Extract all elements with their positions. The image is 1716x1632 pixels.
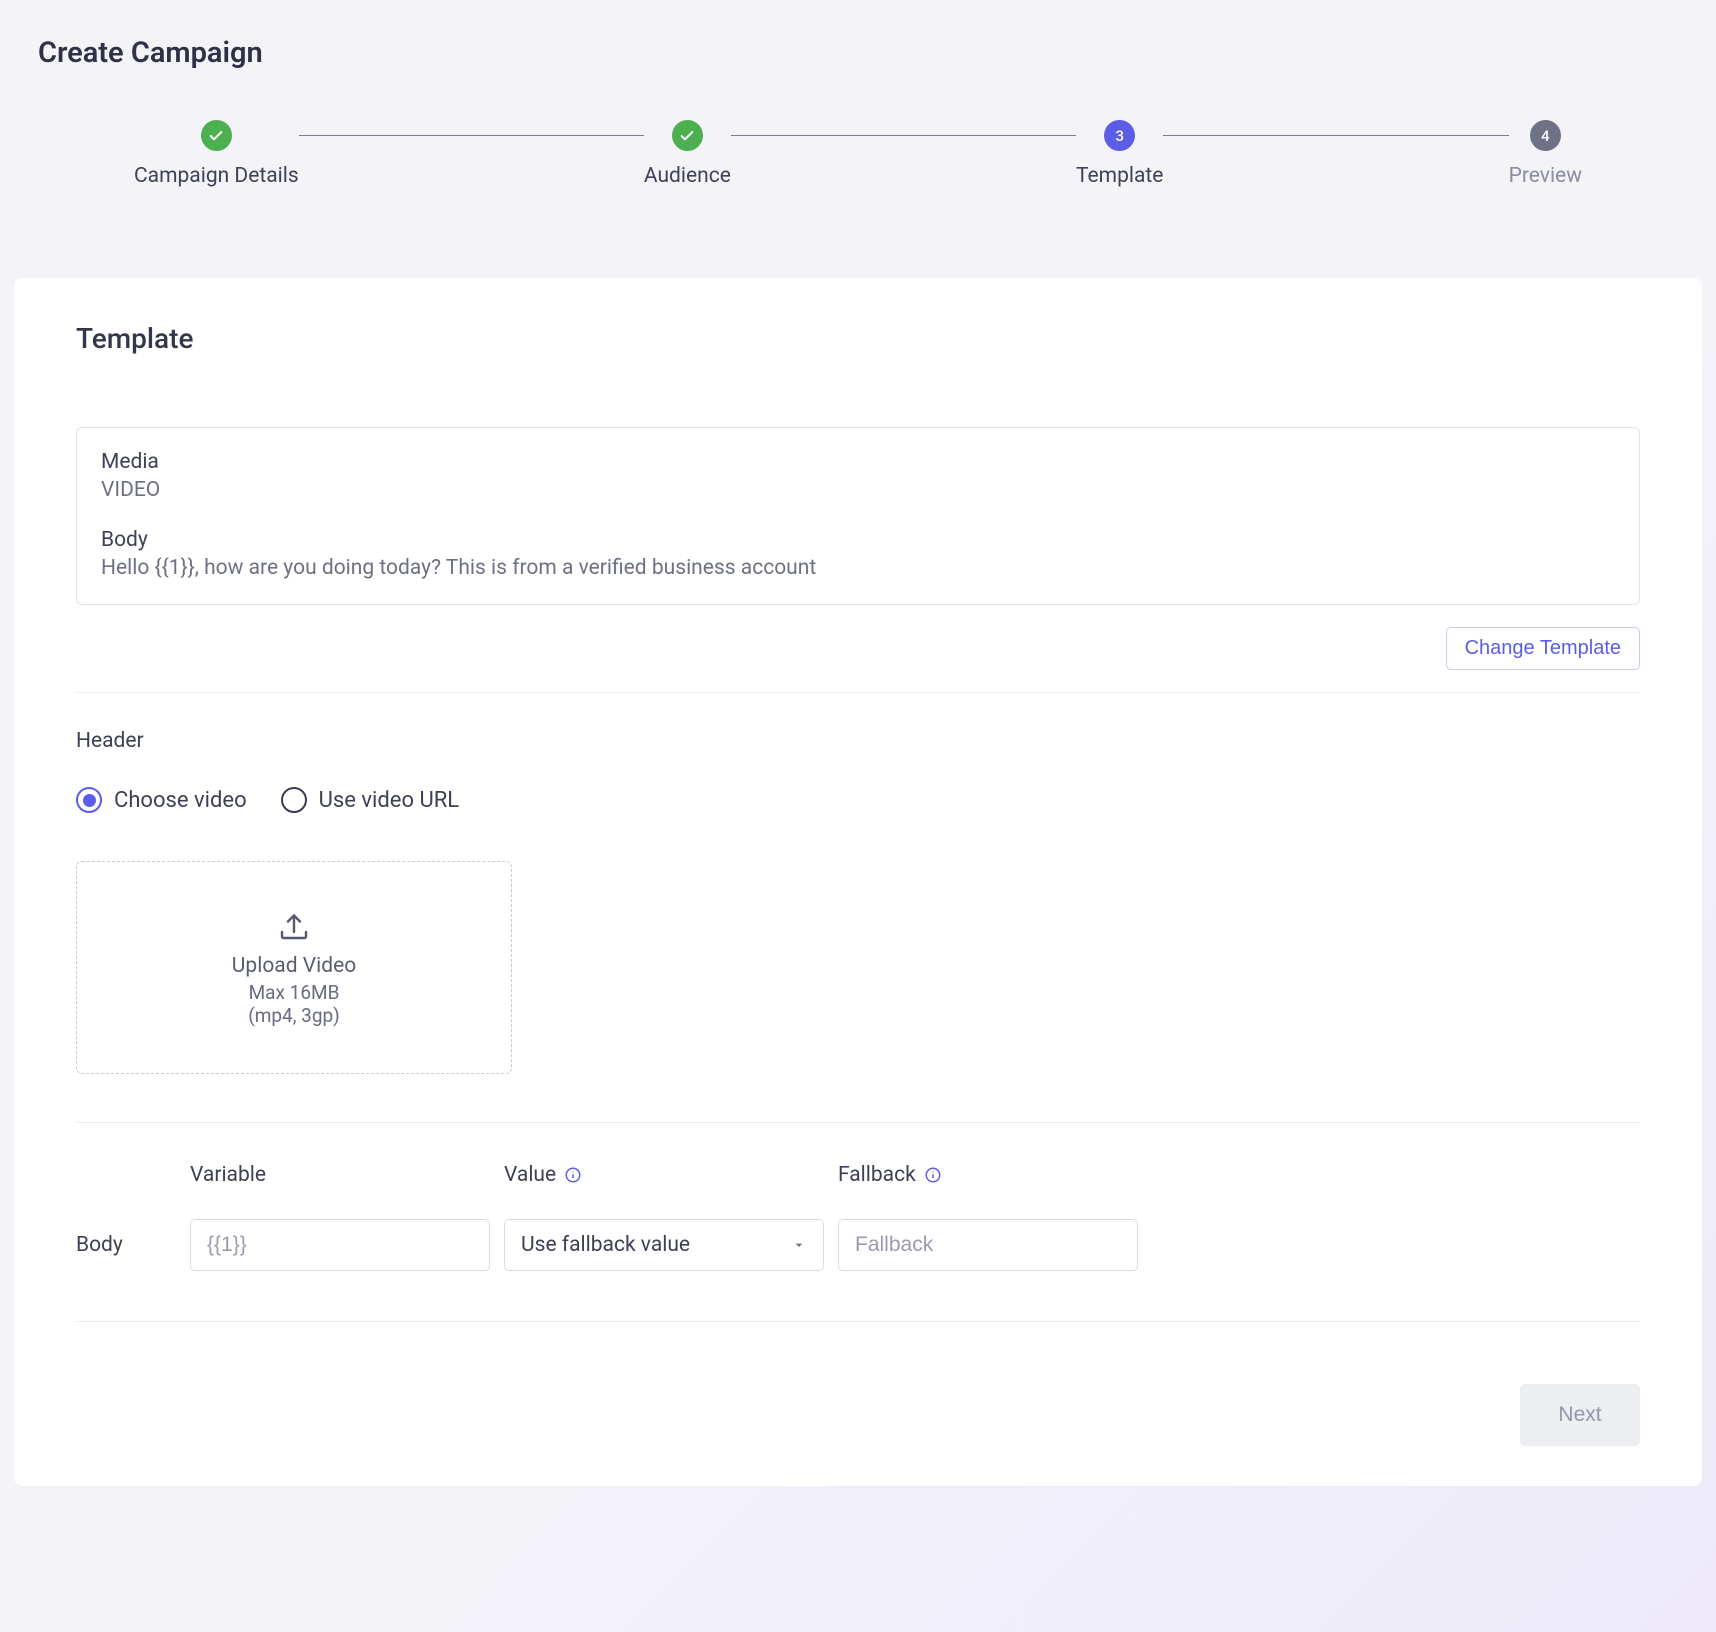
body-row-label: Body [76,1233,176,1257]
preview-body-value: Hello {{1}}, how are you doing today? Th… [101,556,1615,580]
template-card: Template Media VIDEO Body Hello {{1}}, h… [14,278,1702,1486]
column-header-value: Value [504,1163,824,1187]
template-preview: Media VIDEO Body Hello {{1}}, how are yo… [76,427,1640,605]
page-title: Create Campaign [38,36,1702,70]
step-template[interactable]: 3 Template [1076,120,1163,188]
step-audience[interactable]: Audience [644,120,731,188]
step-number: 3 [1104,120,1135,151]
check-icon [672,120,703,151]
radio-icon [281,787,307,813]
header-section-label: Header [76,729,1640,753]
next-button[interactable]: Next [1520,1384,1640,1446]
step-preview: 4 Preview [1509,120,1582,188]
divider [76,1321,1640,1322]
upload-formats: (mp4, 3gp) [248,1004,340,1027]
fallback-input[interactable] [838,1219,1138,1271]
preview-media-value: VIDEO [101,478,1615,502]
column-header-variable: Variable [190,1163,490,1187]
radio-use-video-url[interactable]: Use video URL [281,787,460,813]
preview-body-label: Body [101,528,1615,552]
upload-max: Max 16MB [249,981,340,1004]
step-label: Campaign Details [134,164,299,188]
info-icon[interactable] [564,1166,582,1184]
radio-label: Use video URL [319,788,460,813]
preview-media-label: Media [101,450,1615,474]
check-icon [201,120,232,151]
change-template-button[interactable]: Change Template [1446,627,1640,670]
value-select[interactable]: Use fallback value [504,1219,824,1271]
info-icon[interactable] [924,1166,942,1184]
chevron-down-icon [791,1237,807,1253]
step-label: Preview [1509,164,1582,188]
step-label: Audience [644,164,731,188]
step-number: 4 [1530,120,1561,151]
radio-icon [76,787,102,813]
step-label: Template [1076,164,1163,188]
variable-input [190,1219,490,1271]
radio-label: Choose video [114,788,247,813]
divider [76,692,1640,693]
upload-video-dropzone[interactable]: Upload Video Max 16MB (mp4, 3gp) [76,861,512,1074]
upload-icon [276,908,312,944]
radio-choose-video[interactable]: Choose video [76,787,247,813]
body-section: Variable Value Fallback Body Use fallbac… [76,1122,1640,1271]
stepper: Campaign Details Audience 3 Template 4 P… [134,120,1582,188]
card-title: Template [76,322,1640,355]
select-value: Use fallback value [521,1233,690,1257]
column-header-fallback: Fallback [838,1163,1138,1187]
video-source-radio-group: Choose video Use video URL [76,787,1640,813]
upload-title: Upload Video [232,954,356,978]
step-campaign-details[interactable]: Campaign Details [134,120,299,188]
